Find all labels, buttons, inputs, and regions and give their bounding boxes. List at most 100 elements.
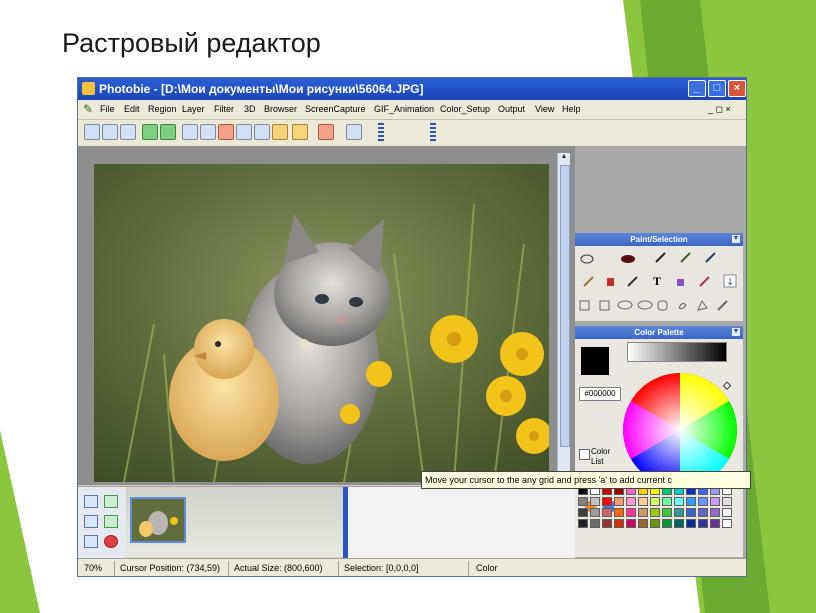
magic-wand-icon[interactable]	[717, 300, 728, 311]
menu-view[interactable]: View	[535, 104, 554, 114]
airbrush-tool-icon[interactable]	[705, 252, 716, 263]
tile-icon[interactable]	[84, 515, 98, 528]
window-titlebar[interactable]: Photobie - [D:\Мои документы\Мои рисунки…	[78, 78, 746, 100]
color-swatch[interactable]	[650, 497, 660, 506]
color-swatch[interactable]	[662, 519, 672, 528]
square-select-icon[interactable]	[599, 300, 610, 311]
pen-tool-icon[interactable]	[655, 252, 666, 263]
color-swatch[interactable]	[614, 519, 624, 528]
close-image-icon[interactable]	[104, 535, 118, 548]
color-swatch[interactable]	[638, 508, 648, 517]
resize-icon[interactable]	[254, 124, 270, 140]
color-swatch[interactable]	[674, 497, 684, 506]
line-tool-icon[interactable]	[627, 276, 638, 287]
capture-icon[interactable]	[102, 124, 118, 140]
shrink-icon[interactable]	[104, 515, 118, 528]
brightness-gradient-bar[interactable]	[627, 342, 727, 362]
menu-gif-animation[interactable]: GIF_Animation	[374, 104, 434, 114]
lasso-select-icon[interactable]	[677, 300, 688, 311]
color-swatch[interactable]	[590, 519, 600, 528]
color-swatch[interactable]	[650, 519, 660, 528]
paste-icon[interactable]	[218, 124, 234, 140]
color-swatch[interactable]	[722, 519, 732, 528]
color-swatch[interactable]	[590, 497, 600, 506]
crop-icon[interactable]	[182, 124, 198, 140]
color-list-checkbox[interactable]	[579, 449, 590, 460]
color-swatch[interactable]	[578, 508, 588, 517]
color-swatch[interactable]	[614, 508, 624, 517]
ellipse-select-icon[interactable]	[617, 300, 633, 311]
eraser-tool-icon[interactable]	[605, 276, 616, 287]
rounded-select-icon[interactable]	[657, 300, 668, 311]
browse-icon[interactable]	[292, 124, 308, 140]
cascade-icon[interactable]	[84, 535, 98, 548]
color-swatch[interactable]	[602, 508, 612, 517]
color-swatch[interactable]	[650, 508, 660, 517]
color-swatch[interactable]	[578, 497, 588, 506]
ellipse-tool-icon[interactable]	[580, 254, 594, 265]
print-icon[interactable]	[236, 124, 252, 140]
color-swatch[interactable]	[662, 508, 672, 517]
toolbar-grip[interactable]	[378, 123, 384, 141]
color-swatch[interactable]	[590, 508, 600, 517]
color-swatch[interactable]	[626, 508, 636, 517]
color-swatch[interactable]	[710, 497, 720, 506]
menu-help[interactable]: Help	[562, 104, 581, 114]
menu-filter[interactable]: Filter	[214, 104, 234, 114]
color-swatch[interactable]	[578, 519, 588, 528]
color-swatch[interactable]	[698, 497, 708, 506]
toolbar-grip-2[interactable]	[430, 123, 436, 141]
color-swatch[interactable]	[602, 519, 612, 528]
menu-browser[interactable]: Browser	[264, 104, 297, 114]
color-palette-panel-header[interactable]: Color Palette ▼	[575, 326, 743, 339]
close-button[interactable]: ×	[728, 80, 746, 97]
color-swatch[interactable]	[674, 519, 684, 528]
palette-dropdown-icon[interactable]: ▼	[732, 328, 740, 336]
polygon-select-icon[interactable]	[697, 300, 708, 311]
color-swatch[interactable]	[710, 508, 720, 517]
color-swatch[interactable]	[686, 519, 696, 528]
oval-select-icon[interactable]	[637, 300, 653, 311]
image-thumbnail[interactable]	[130, 497, 186, 543]
color-swatch[interactable]	[662, 497, 672, 506]
pencil-tool-icon[interactable]	[583, 276, 594, 287]
color-swatch[interactable]	[638, 497, 648, 506]
menu-color-setup[interactable]: Color_Setup	[440, 104, 490, 114]
copy-icon[interactable]	[200, 124, 216, 140]
menu-layer[interactable]: Layer	[182, 104, 205, 114]
layer-icon[interactable]	[346, 124, 362, 140]
maximize-button[interactable]: □	[708, 80, 726, 97]
color-swatch[interactable]	[710, 519, 720, 528]
color-swatch[interactable]	[686, 497, 696, 506]
paint-selection-panel-header[interactable]: Paint/Selection ▼	[575, 233, 743, 246]
expand-icon[interactable]	[104, 495, 118, 508]
undo-icon[interactable]	[142, 124, 158, 140]
save-icon[interactable]	[120, 124, 136, 140]
fill-tool-icon[interactable]	[675, 276, 686, 287]
menu-output[interactable]: Output	[498, 104, 525, 114]
new-icon[interactable]	[84, 124, 100, 140]
color-swatch[interactable]	[602, 497, 612, 506]
menu-file[interactable]: File	[100, 104, 115, 114]
rotate-icon[interactable]	[272, 124, 288, 140]
brush-tool-icon[interactable]	[680, 252, 691, 263]
menu-region[interactable]: Region	[148, 104, 177, 114]
canvas-vertical-scrollbar[interactable]: ▲ ▼	[557, 153, 570, 481]
menu-3d[interactable]: 3D	[244, 104, 256, 114]
brush-shape-icon[interactable]	[620, 254, 636, 265]
redo-icon[interactable]	[160, 124, 176, 140]
color-swatch[interactable]	[638, 519, 648, 528]
menu-screencapture[interactable]: ScreenCapture	[305, 104, 366, 114]
picker-tool-icon[interactable]	[699, 276, 710, 287]
mdi-window-controls[interactable]: _ ◻ ×	[708, 104, 731, 115]
menu-edit[interactable]: Edit	[124, 104, 140, 114]
panel-dropdown-icon[interactable]: ▼	[732, 235, 740, 243]
text-tool-icon[interactable]: T	[653, 274, 664, 288]
minimize-button[interactable]: _	[688, 80, 706, 97]
rect-select-icon[interactable]	[579, 300, 590, 311]
color-swatch[interactable]	[698, 519, 708, 528]
color-swatch[interactable]	[626, 497, 636, 506]
scrollbar-thumb[interactable]	[560, 165, 570, 447]
zoom-icon[interactable]	[318, 124, 334, 140]
window-layout-icon[interactable]	[84, 495, 98, 508]
